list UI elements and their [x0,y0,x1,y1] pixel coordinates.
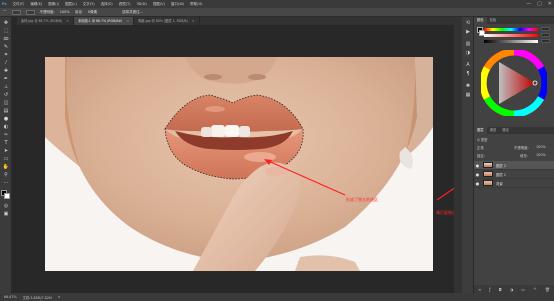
blend-mode-select[interactable]: 正常 [477,145,484,150]
tab-swatches[interactable]: 色板 [487,17,500,24]
tab-channels[interactable]: 通道 [487,127,500,134]
layer-kind-filter[interactable]: Q 类型 [477,137,488,142]
fill-label: 填充: [520,154,528,158]
layer-name[interactable]: 图层 1 [496,172,506,177]
zoom-level[interactable]: 66.67% [4,295,17,299]
swatches-panel-icon[interactable]: ▦ [464,92,472,99]
visibility-eye-icon[interactable]: ● [474,172,481,177]
add-mask-icon[interactable]: ◘ [499,287,502,292]
hue-slider[interactable] [484,28,538,31]
hue-value[interactable] [541,27,550,31]
layer-opacity-label: 不透明度: [514,146,529,150]
layer-panel-tabs: 图层 通道 路径 [474,127,554,134]
layer-thumbnail [483,162,493,168]
layer-style-icon[interactable]: ƒ [489,287,490,292]
color-wheel[interactable] [481,50,547,116]
delete-layer-icon[interactable]: 🗑 [545,287,550,292]
visibility-eye-icon[interactable]: ● [474,163,481,168]
lips-annotation-text: 形成了独立的选区 [346,197,378,202]
status-bar: 66.67% 文档:3.88M/7.82M > [0,293,554,301]
layer-row[interactable]: ● 图层 1 [474,170,554,179]
lock-label: 锁定: [477,154,485,158]
lips-arrow-head [264,159,272,165]
right-panels: 颜色 色板 图层 通道 路径 Q 类型 正常 不透明度: 100% 锁定: 填充… [474,17,554,293]
character-panel-icon[interactable]: A [464,62,472,69]
paragraph-panel-icon[interactable]: ¶ [464,71,472,78]
status-menu-arrow[interactable]: > [58,295,61,299]
adjustments-panel-icon[interactable]: ◑ [464,50,472,57]
visibility-eye-icon[interactable]: ● [474,181,481,186]
tab-layers[interactable]: 图层 [474,127,487,134]
history-panel-icon[interactable]: ⟲ [464,20,472,27]
brightness-slider[interactable] [484,40,538,43]
layer-row[interactable]: ● 图层 2 [474,161,554,170]
layer-thumbnail [483,180,493,186]
new-layer-icon[interactable]: ＋ [533,286,537,292]
link-layers-icon[interactable]: ∞ [478,287,481,292]
panel-collapse-strip [454,17,462,293]
layer-thumbnail [483,171,493,177]
sat-value[interactable] [541,33,550,37]
brush-settings-icon[interactable]: ✺ [464,83,472,90]
adjustment-layer-icon[interactable]: ◑ [510,287,514,292]
layer-opacity-value[interactable]: 100% [536,145,546,149]
properties-panel-icon[interactable]: ▥ [464,41,472,48]
layer-name[interactable]: 背景 [496,181,503,186]
new-group-icon[interactable]: ▭ [521,287,525,292]
panel-icon-strip: ⟲ ▶ ▥ ◑ A ¶ ✺ ▦ [462,17,474,293]
bright-value[interactable] [541,39,550,43]
tab-color[interactable]: 颜色 [474,17,487,24]
layer-row[interactable]: ● 背景 [474,179,554,188]
actions-panel-icon[interactable]: ▶ [464,29,472,36]
lips-annotation-arrow [265,159,346,196]
layer-actions-bar: ∞ ƒ ◘ ◑ ▭ ＋ 🗑 [474,285,554,293]
tab-paths[interactable]: 路径 [499,127,512,134]
saturation-slider[interactable] [484,34,538,37]
layer-name[interactable]: 图层 2 [496,163,506,168]
color-panel-tabs: 颜色 色板 [474,17,554,24]
document-size: 文档:3.88M/7.82M [22,295,52,300]
fill-value[interactable]: 100% [536,153,546,157]
